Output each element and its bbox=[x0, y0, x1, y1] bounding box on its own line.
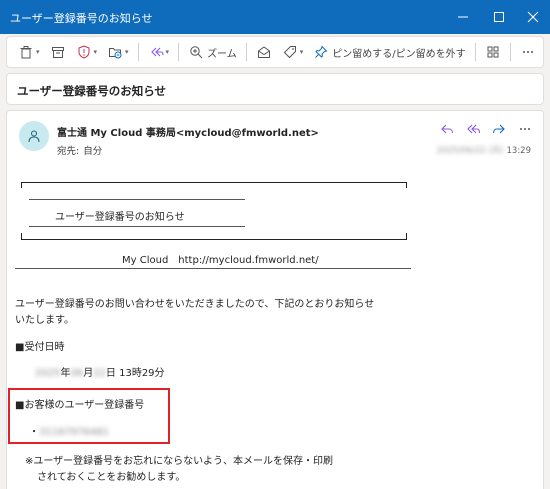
pin-button[interactable]: ピン留めする/ピン留めを外す bbox=[308, 40, 470, 64]
received-year: 2025 bbox=[35, 368, 61, 379]
maximize-button[interactable] bbox=[482, 0, 516, 34]
reply-all-button-msg[interactable] bbox=[465, 121, 481, 137]
recipient-row: 宛先: 自分 bbox=[57, 143, 102, 157]
reply-all-button[interactable]: ▾ bbox=[143, 40, 175, 64]
pin-label: ピン留めする/ピン留めを外す bbox=[332, 48, 466, 60]
received-datetime: 2025年06月22日 13時29分 bbox=[35, 364, 165, 379]
to-value[interactable]: 自分 bbox=[83, 146, 102, 157]
reply-icon bbox=[441, 124, 454, 134]
note-line-1: ※ユーザー登録番号をお忘れにならないよう、本メールを保存・印刷 bbox=[25, 456, 333, 467]
received-month: 06 bbox=[70, 368, 84, 379]
minimize-icon bbox=[458, 16, 468, 18]
toolbar-divider bbox=[474, 43, 476, 61]
reply-all-icon bbox=[148, 44, 164, 60]
toolbar-divider bbox=[245, 43, 247, 61]
maximize-icon bbox=[494, 12, 504, 22]
ellipsis-icon bbox=[520, 128, 530, 130]
shield-alert-icon bbox=[76, 44, 92, 60]
chevron-down-icon: ▾ bbox=[93, 48, 98, 56]
reply-all-icon bbox=[467, 124, 481, 134]
intro-line-2: いたします。 bbox=[15, 315, 74, 326]
chevron-down-icon: ▾ bbox=[36, 48, 40, 56]
envelope-open-icon bbox=[256, 44, 272, 60]
site-underline bbox=[15, 268, 411, 269]
tag-icon bbox=[282, 44, 298, 60]
archive-icon bbox=[50, 44, 66, 60]
sender-name[interactable]: 富士通 My Cloud 事務局<mycloud@fmworld.net> bbox=[57, 124, 319, 139]
subject-bar: ユーザー登録番号のお知らせ bbox=[6, 73, 544, 105]
toolbar-divider bbox=[137, 43, 139, 61]
received-day-time: 日 13時29分 bbox=[105, 368, 165, 379]
message-actions bbox=[439, 121, 533, 137]
more-options-button[interactable] bbox=[515, 40, 541, 64]
toolbar-divider bbox=[509, 43, 511, 61]
categorize-button[interactable]: ▾ bbox=[277, 40, 309, 64]
chevron-down-icon: ▾ bbox=[299, 48, 304, 56]
subject-title: ユーザー登録番号のお知らせ bbox=[17, 84, 167, 98]
site-line: My Cloud http://mycloud.fmworld.net/ bbox=[122, 255, 319, 266]
avatar[interactable] bbox=[19, 121, 49, 151]
ellipsis-icon bbox=[520, 44, 536, 60]
mark-read-button[interactable] bbox=[251, 40, 277, 64]
trash-icon bbox=[18, 44, 34, 60]
folder-move-icon bbox=[107, 44, 123, 60]
message-more-button[interactable] bbox=[517, 121, 533, 137]
zoom-in-icon bbox=[188, 44, 204, 60]
received-day: 22 bbox=[93, 368, 106, 379]
archive-button[interactable] bbox=[45, 40, 71, 64]
chevron-down-icon: ▾ bbox=[125, 48, 129, 56]
message-time: 13:29 bbox=[506, 146, 532, 156]
zoom-label: ズーム bbox=[207, 48, 237, 60]
reply-button[interactable] bbox=[439, 121, 455, 137]
report-button[interactable]: ▾ bbox=[71, 40, 103, 64]
registration-highlight-box bbox=[8, 388, 170, 444]
window-title: ユーザー登録番号のお知らせ bbox=[10, 12, 153, 25]
forward-button[interactable] bbox=[491, 121, 507, 137]
banner-right-tick bbox=[406, 182, 407, 188]
pin-icon bbox=[313, 44, 329, 60]
person-icon bbox=[28, 130, 40, 143]
close-icon bbox=[527, 11, 539, 23]
received-year-label: 年 bbox=[60, 368, 71, 379]
apps-button[interactable] bbox=[480, 40, 506, 64]
title-bar: ユーザー登録番号のお知らせ bbox=[0, 0, 550, 34]
move-button[interactable]: ▾ bbox=[102, 40, 134, 64]
note-line-2: されておくことをお勧めします。 bbox=[37, 472, 186, 483]
chevron-down-icon: ▾ bbox=[165, 48, 170, 56]
zoom-button[interactable]: ズーム bbox=[183, 40, 242, 64]
intro-line-1: ユーザー登録番号のお問い合わせをいただきましたので、下記のとおりお知らせ bbox=[15, 299, 375, 310]
to-label: 宛先: bbox=[57, 146, 80, 157]
message-date: 2025/06/22 (月) 13:29 bbox=[437, 144, 531, 156]
apps-grid-icon bbox=[485, 44, 501, 60]
banner-title: ユーザー登録番号のお知らせ bbox=[55, 212, 185, 223]
banner-inner-top bbox=[29, 199, 245, 200]
close-button[interactable] bbox=[516, 0, 550, 34]
banner-top-border bbox=[21, 182, 407, 183]
forward-icon bbox=[492, 124, 505, 134]
received-month-label: 月 bbox=[83, 368, 94, 379]
delete-button[interactable]: ▾ bbox=[13, 40, 45, 64]
date-blurred: 2025/06/22 (月) bbox=[436, 146, 504, 156]
banner-bottom-border bbox=[21, 239, 407, 240]
toolbar-divider bbox=[178, 43, 180, 61]
minimize-button[interactable] bbox=[446, 0, 480, 34]
banner-left-tick bbox=[21, 182, 22, 188]
banner-inner-bottom bbox=[29, 226, 245, 227]
received-heading: ■受付日時 bbox=[15, 342, 65, 353]
command-toolbar: ▾ ▾ ▾ ▾ ズーム ▾ ピン留めする/ピン留めを外す bbox=[6, 36, 544, 68]
